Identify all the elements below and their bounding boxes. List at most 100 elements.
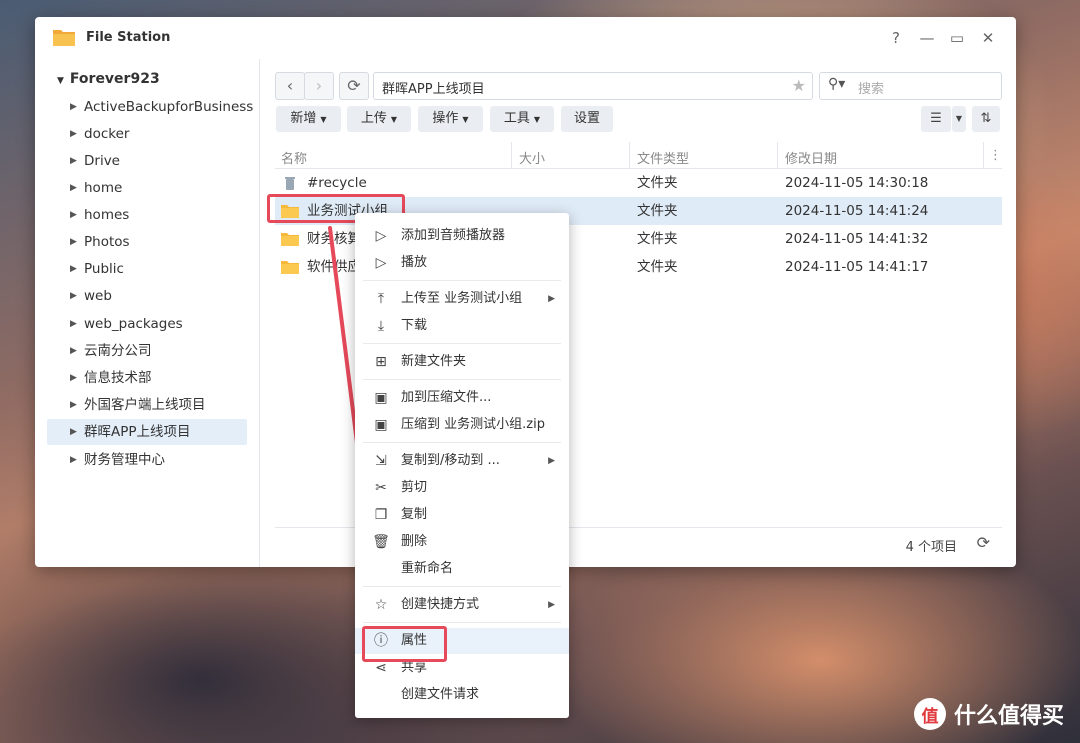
caret-right-icon: ▶ xyxy=(70,264,77,274)
menu-item-delete[interactable]: 🗑 删除 xyxy=(355,529,569,555)
list-view-icon: ☰ xyxy=(930,111,942,126)
create-button[interactable]: 新增 ▼ xyxy=(276,106,341,132)
caret-down-icon: ▼ xyxy=(390,115,398,124)
column-divider[interactable] xyxy=(629,142,630,168)
tree-item[interactable]: ▶ Photos xyxy=(47,229,247,255)
menu-divider xyxy=(363,280,561,281)
watermark-text: 什么值得买 xyxy=(953,704,1064,729)
forward-button[interactable]: › xyxy=(304,72,334,100)
column-divider[interactable] xyxy=(983,142,984,168)
refresh-icon: ⟳ xyxy=(347,76,361,95)
new-folder-icon: ⊞ xyxy=(375,354,387,370)
menu-item-copy-move-to[interactable]: ⇲ 复制到/移动到 ... ▶ xyxy=(355,448,569,474)
archive-icon: ▣ xyxy=(374,390,388,406)
caret-right-icon: ▶ xyxy=(70,210,77,220)
upload-icon: ⤒ xyxy=(377,291,385,307)
column-divider[interactable] xyxy=(777,142,778,168)
file-row[interactable]: #recycle 文件夹 2024-11-05 14:30:18 xyxy=(275,169,1002,197)
back-button[interactable]: ‹ xyxy=(275,72,305,100)
action-button[interactable]: 操作 ▼ xyxy=(418,106,483,132)
sort-button[interactable]: ⇅ xyxy=(972,106,1000,132)
archive-icon: ▣ xyxy=(374,417,388,433)
star-icon[interactable]: ★ xyxy=(792,76,806,95)
highlight-box-properties xyxy=(362,626,447,662)
caret-right-icon: ▶ xyxy=(70,102,77,112)
column-options-icon[interactable]: ⋮ xyxy=(989,148,1002,163)
scissors-icon: ✂ xyxy=(375,480,387,496)
tree-root-server[interactable]: ▼ Forever923 xyxy=(57,71,160,87)
tree-item[interactable]: ▶ 信息技术部 xyxy=(47,365,247,391)
folder-tree: ▼ Forever923 ▶ ActiveBackupforBusiness ▶ do… xyxy=(35,59,260,567)
close-button[interactable]: ✕ xyxy=(976,26,1000,50)
caret-right-icon: ▶ xyxy=(70,346,77,356)
play-outline-icon: ▷ xyxy=(375,255,387,271)
tree-item[interactable]: ▶ homes xyxy=(47,202,247,228)
view-dropdown-button[interactable]: ▼ xyxy=(952,106,966,132)
tree-item[interactable]: ▶ Drive xyxy=(47,148,247,174)
column-modified[interactable]: 修改日期 xyxy=(785,148,837,167)
tree-item[interactable]: ▶ docker xyxy=(47,121,247,147)
menu-item-add-to-archive[interactable]: ▣ 加到压缩文件... xyxy=(355,385,569,411)
upload-button[interactable]: 上传 ▼ xyxy=(347,106,411,132)
trash-icon: 🗑 xyxy=(372,534,390,550)
item-count: 4 个项目 xyxy=(905,540,957,555)
menu-item-play[interactable]: ▷ 播放 xyxy=(355,250,569,276)
refresh-button[interactable]: ⟳ xyxy=(339,72,369,100)
caret-right-icon: ▶ xyxy=(70,400,77,410)
menu-item-copy[interactable]: ❐ 复制 xyxy=(355,502,569,528)
search-placeholder: 搜索 xyxy=(858,82,885,97)
caret-right-icon: ▶ xyxy=(70,129,77,139)
path-field[interactable]: 群晖APP上线项目 ★ xyxy=(373,72,813,100)
settings-button[interactable]: 设置 xyxy=(561,106,613,132)
menu-item-cut[interactable]: ✂ 剪切 xyxy=(355,475,569,501)
chevron-left-icon: ‹ xyxy=(286,76,294,95)
tree-item[interactable]: ▶ 云南分公司 xyxy=(47,338,247,364)
menu-divider xyxy=(363,442,561,443)
folder-icon xyxy=(281,233,299,246)
tree-item-active[interactable]: ▶ 群晖APP上线项目 xyxy=(47,419,247,445)
menu-divider xyxy=(363,343,561,344)
menu-item-compress-to-zip[interactable]: ▣ 压缩到 业务测试小组.zip xyxy=(355,412,569,438)
menu-item-add-to-audio-player[interactable]: ▷ 添加到音频播放器 xyxy=(355,223,569,249)
list-view-button[interactable]: ☰ xyxy=(921,106,951,132)
sort-icon: ⇅ xyxy=(980,111,992,126)
copy-move-icon: ⇲ xyxy=(375,453,387,469)
search-icon[interactable]: ⚲▾ xyxy=(828,76,845,92)
tree-item[interactable]: ▶ Public xyxy=(47,256,247,282)
path-text: 群晖APP上线项目 xyxy=(382,82,485,97)
help-button[interactable]: ? xyxy=(884,26,908,50)
play-outline-icon: ▷ xyxy=(375,228,387,244)
refresh-icon[interactable]: ⟳ xyxy=(977,533,990,552)
tree-item[interactable]: ▶ home xyxy=(47,175,247,201)
download-icon: ⤓ xyxy=(377,318,385,334)
column-divider[interactable] xyxy=(511,142,512,168)
tree-item[interactable]: ▶ web_packages xyxy=(47,311,247,337)
menu-item-download[interactable]: ⤓ 下载 xyxy=(355,313,569,339)
minimize-button[interactable]: — xyxy=(915,26,939,50)
caret-down-icon: ▼ xyxy=(462,115,469,124)
menu-item-create-file-request[interactable]: 创建文件请求 xyxy=(355,682,569,708)
tools-button[interactable]: 工具 ▼ xyxy=(490,106,554,132)
tree-item[interactable]: ▶ 外国客户端上线项目 xyxy=(47,392,247,418)
caret-right-icon: ▶ xyxy=(70,373,77,383)
menu-item-new-folder[interactable]: ⊞ 新建文件夹 xyxy=(355,349,569,375)
watermark-badge: 值 xyxy=(913,698,946,730)
caret-down-icon: ▼ xyxy=(955,114,963,123)
caret-right-icon: ▶ xyxy=(70,291,77,301)
column-name[interactable]: 名称 xyxy=(281,148,307,167)
column-size[interactable]: 大小 xyxy=(519,148,545,167)
tree-item[interactable]: ▶ ActiveBackupforBusiness xyxy=(47,94,253,120)
caret-down-icon: ▼ xyxy=(320,115,327,124)
column-type[interactable]: 文件类型 xyxy=(637,148,689,167)
caret-right-icon: ▶ xyxy=(70,427,77,437)
file-list-header: 名称 大小 文件类型 修改日期 ⋮ xyxy=(275,142,1002,169)
menu-item-create-shortcut[interactable]: ☆ 创建快捷方式 ▶ xyxy=(355,592,569,618)
caret-right-icon: ▶ xyxy=(70,319,77,329)
maximize-button[interactable]: ▭ xyxy=(945,26,969,50)
caret-right-icon: ▶ xyxy=(70,455,77,465)
search-input[interactable]: ⚲▾ 搜索 xyxy=(819,72,1002,100)
tree-item[interactable]: ▶ 财务管理中心 xyxy=(47,447,247,473)
tree-item[interactable]: ▶ web xyxy=(47,283,247,309)
menu-item-upload-to[interactable]: ⤒ 上传至 业务测试小组 ▶ xyxy=(355,286,569,312)
menu-item-rename[interactable]: 重新命名 xyxy=(355,556,569,582)
